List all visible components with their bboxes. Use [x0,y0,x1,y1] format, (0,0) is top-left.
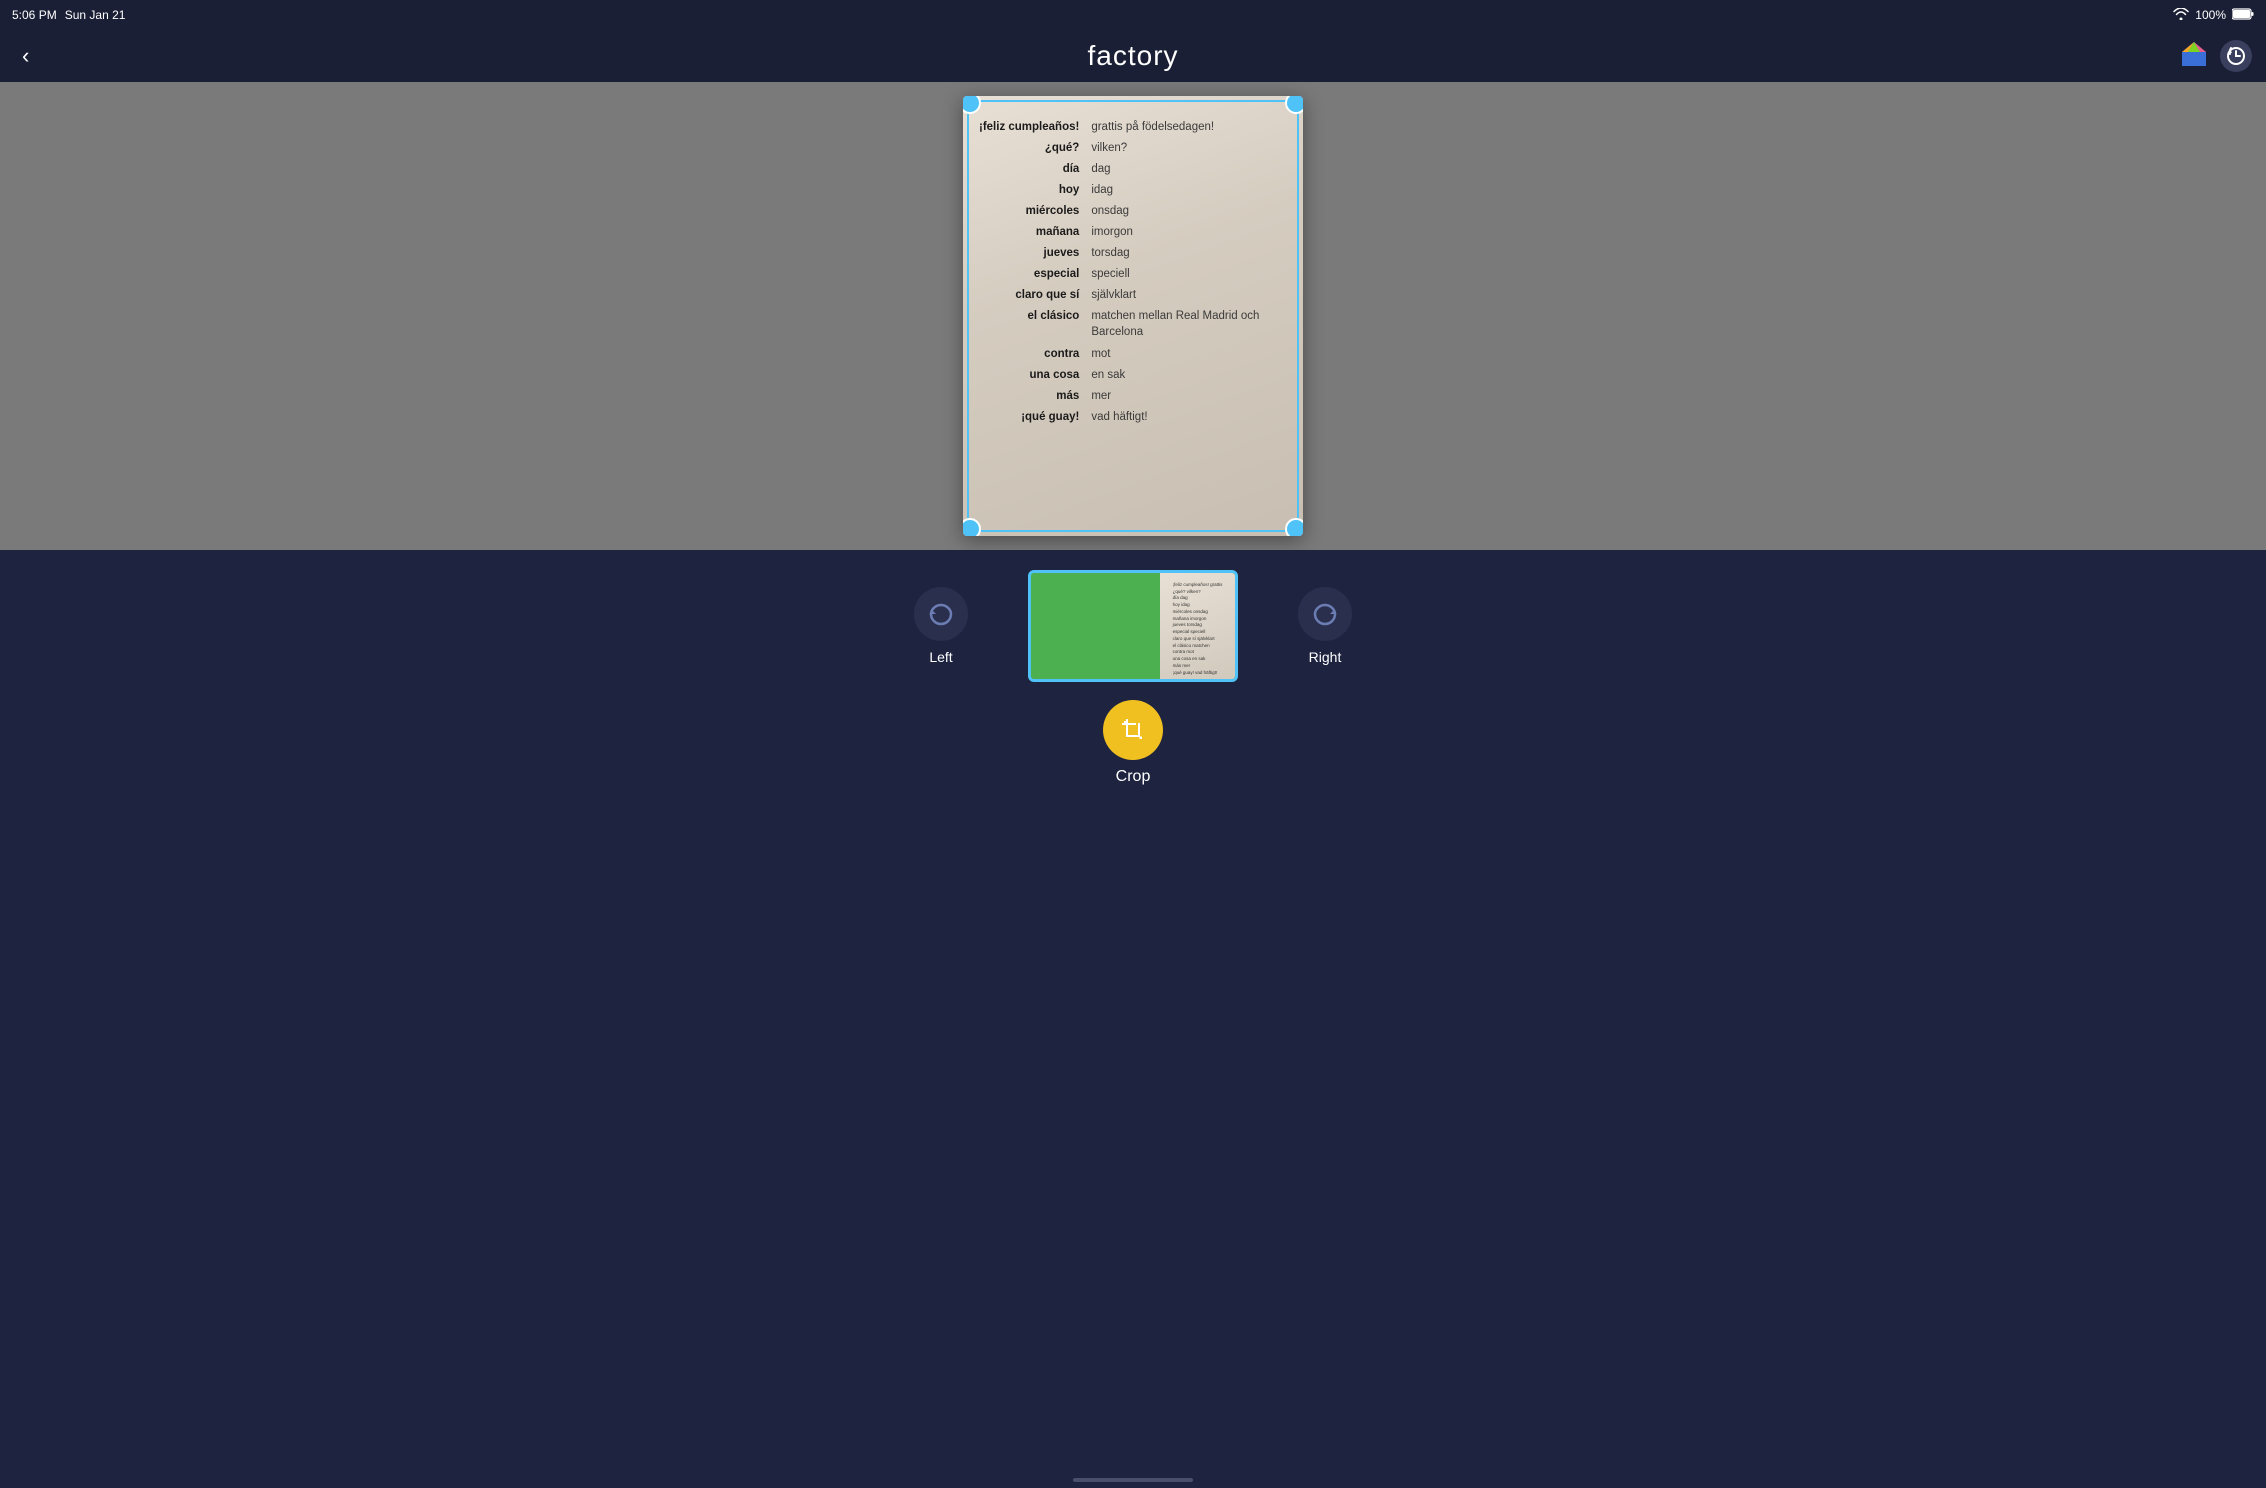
crop-label: Crop [1116,768,1151,786]
vocab-row: especialspeciell [975,264,1291,285]
date: Sun Jan 21 [65,8,126,22]
vocab-swedish: vad häftigt! [1087,406,1291,427]
vocab-swedish: mer [1087,385,1291,406]
rotate-right-icon [1311,600,1339,628]
crop-handle-br[interactable] [1285,518,1303,536]
vocab-spanish: ¡qué guay! [975,406,1087,427]
vocab-row: una cosaen sak [975,364,1291,385]
rotate-left-icon [927,600,955,628]
vocab-spanish: miércoles [975,200,1087,221]
top-bar: ‹ factory [0,30,2266,82]
time: 5:06 PM [12,8,57,22]
vocab-spanish: mañana [975,221,1087,242]
vocab-swedish: vilken? [1087,137,1291,158]
vocab-swedish: självklart [1087,285,1291,306]
rotate-left-label: Left [929,649,952,665]
app-title: factory [1087,40,1178,72]
vocab-row: mañanaimorgon [975,221,1291,242]
vocab-row: ¿qué?vilken? [975,137,1291,158]
vocab-spanish: jueves [975,243,1087,264]
vocab-row: hoyidag [975,179,1291,200]
vocab-swedish: mot [1087,343,1291,364]
vocab-row: miércolesonsdag [975,200,1291,221]
doc-content: ¡feliz cumpleaños!grattis på födelsedage… [963,96,1303,439]
thumb-doc: ¡feliz cumpleaños! grattis ¿qué? vilken?… [1160,573,1235,682]
vocab-spanish: contra [975,343,1087,364]
vocab-swedish: torsdag [1087,243,1291,264]
vocab-row: contramot [975,343,1291,364]
vocab-row: másmer [975,385,1291,406]
scroll-indicator [1073,1478,1193,1482]
vocab-spanish: día [975,158,1087,179]
vocab-swedish: dag [1087,158,1291,179]
rotate-left-button[interactable]: Left [914,587,968,665]
vocab-row: el clásicomatchen mellan Real Madrid och… [975,306,1291,343]
image-area: ¡feliz cumpleaños!grattis på födelsedage… [0,82,2266,550]
battery-icon [2232,8,2254,23]
vocab-spanish: el clásico [975,306,1087,343]
thumb-text: ¡feliz cumpleaños! grattis ¿qué? vilken?… [1173,582,1223,677]
document-card: ¡feliz cumpleaños!grattis på födelsedage… [963,96,1303,536]
vocab-spanish: una cosa [975,364,1087,385]
back-button[interactable]: ‹ [14,39,37,73]
wifi-icon [2173,8,2189,23]
vocab-row: ¡feliz cumpleaños!grattis på födelsedage… [975,116,1291,137]
vocab-table: ¡feliz cumpleaños!grattis på födelsedage… [975,116,1291,427]
rotate-right-circle [1298,587,1352,641]
rotate-right-button[interactable]: Right [1298,587,1352,665]
rotate-right-label: Right [1309,649,1342,665]
vocab-swedish: onsdag [1087,200,1291,221]
battery-level: 100% [2195,8,2226,22]
home-icon[interactable] [2178,38,2210,75]
vocab-spanish: ¡feliz cumpleaños! [975,116,1087,137]
vocab-swedish: grattis på födelsedagen! [1087,116,1291,137]
thumbnail[interactable]: ¡feliz cumpleaños! grattis ¿qué? vilken?… [1028,570,1238,682]
bottom-toolbar: Left ¡feliz cumpleaños! grattis ¿qué? vi… [0,550,2266,768]
status-bar: 5:06 PM Sun Jan 21 100% [0,0,2266,30]
crop-button[interactable]: Crop [1103,700,1163,786]
vocab-row: ¡qué guay!vad häftigt! [975,406,1291,427]
vocab-swedish: imorgon [1087,221,1291,242]
vocab-swedish: matchen mellan Real Madrid och Barcelona [1087,306,1291,343]
vocab-row: díadag [975,158,1291,179]
vocab-swedish: en sak [1087,364,1291,385]
rotate-left-circle [914,587,968,641]
rotation-row: Left ¡feliz cumpleaños! grattis ¿qué? vi… [0,570,2266,682]
crop-circle [1103,700,1163,760]
vocab-row: claro que sísjälvklart [975,285,1291,306]
vocab-spanish: especial [975,264,1087,285]
vocab-spanish: más [975,385,1087,406]
reset-icon[interactable] [2220,40,2252,72]
vocab-spanish: claro que sí [975,285,1087,306]
crop-handle-bl[interactable] [963,518,981,536]
vocab-spanish: hoy [975,179,1087,200]
crop-icon [1118,715,1148,745]
vocab-swedish: speciell [1087,264,1291,285]
vocab-spanish: ¿qué? [975,137,1087,158]
top-icons [2178,38,2252,75]
vocab-swedish: idag [1087,179,1291,200]
vocab-row: juevestorsdag [975,243,1291,264]
